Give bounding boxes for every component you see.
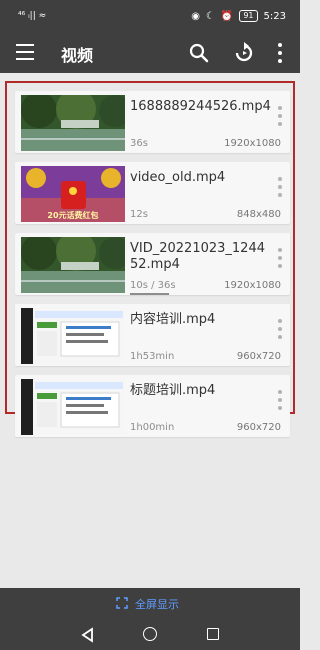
system-navigation-bar [0,620,300,650]
video-more-options-icon[interactable] [278,177,282,197]
playback-progress [130,293,169,295]
video-file-name: 内容培训.mp4 [130,312,216,327]
video-resolution: 1920x1080 [224,138,281,149]
recent-apps-icon[interactable] [207,628,219,640]
home-icon[interactable] [143,627,157,641]
video-resolution: 960x720 [236,422,281,433]
video-duration: 10s / 36s [130,280,176,291]
app-bar: 视频 [0,33,300,73]
status-time: 5:23 [263,10,286,22]
video-list-item[interactable]: 20元话费红包 video_old.mp4 12s 848x480 [15,162,290,224]
fullscreen-label[interactable]: 全屏显示 [135,596,179,612]
video-file-name: video_old.mp4 [130,170,226,185]
fullscreen-icon[interactable] [116,597,128,609]
video-thumbnail[interactable] [21,308,125,364]
video-file-name: 1688889244526.mp4 [130,99,271,114]
back-icon[interactable] [80,627,94,643]
video-more-options-icon[interactable] [278,390,282,410]
video-resolution: 1920x1080 [224,280,281,291]
thumbnail-text: 20元话费红包 [47,210,98,220]
video-file-name: VID_20221023_1244 52.mp4 [130,241,265,272]
video-file-name: 标题培训.mp4 [130,383,216,398]
more-options-icon[interactable] [278,43,282,63]
moon-icon: ☾ [205,10,215,22]
video-thumbnail[interactable] [21,237,125,293]
refresh-icon[interactable] [232,41,256,65]
eye-icon: ◉ [191,10,200,22]
video-more-options-icon[interactable] [278,248,282,268]
signal-wifi-status: ⁴⁶ ᵢ|| ≈ [18,11,47,21]
video-duration: 12s [130,209,148,220]
video-duration: 1h53min [130,351,175,362]
video-resolution: 848x480 [236,209,281,220]
video-list-item[interactable]: VID_20221023_1244 52.mp4 10s / 36s 1920x10… [15,233,290,295]
video-thumbnail[interactable] [21,379,125,435]
alarm-icon: ⏰ [220,10,234,22]
search-icon[interactable] [188,42,210,64]
video-thumbnail[interactable]: 20元话费红包 [21,166,125,222]
video-list-item[interactable]: 1688889244526.mp4 36s 1920x1080 [15,91,290,153]
video-list: 1688889244526.mp4 36s 1920x1080 20元话费红包 vi… [5,81,295,437]
battery-indicator: 91 [239,10,258,22]
video-duration: 1h00min [130,422,175,433]
video-list-item[interactable]: 内容培训.mp4 1h53min 960x720 [15,304,290,366]
video-more-options-icon[interactable] [278,319,282,339]
video-duration: 36s [130,138,148,149]
page-title: 视频 [61,46,94,65]
video-resolution: 960x720 [236,351,281,362]
video-list-item[interactable]: 标题培训.mp4 1h00min 960x720 [15,375,290,437]
video-thumbnail[interactable] [21,95,125,151]
video-more-options-icon[interactable] [278,106,282,126]
menu-icon[interactable] [16,44,34,60]
fullscreen-bar[interactable]: 全屏显示 [0,588,300,620]
status-bar: ⁴⁶ ᵢ|| ≈ ◉ ☾ ⏰ 91 5:23 [0,0,300,33]
